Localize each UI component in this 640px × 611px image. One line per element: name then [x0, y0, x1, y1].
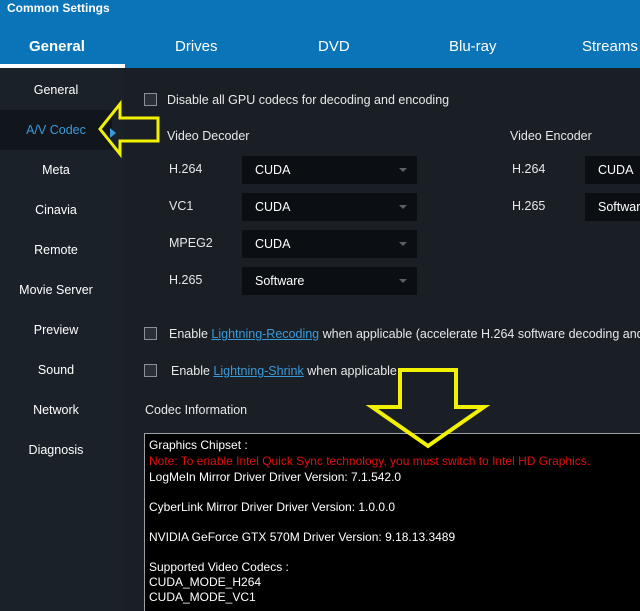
- video-encoder-heading: Video Encoder: [510, 129, 592, 143]
- codec-info-line: Supported Video Codecs :: [149, 560, 289, 574]
- sidebar-item-movie-server[interactable]: Movie Server: [0, 270, 112, 310]
- encoder-h264-dropdown[interactable]: CUDA: [585, 156, 640, 184]
- decoder-mpeg2-dropdown[interactable]: CUDA: [242, 230, 417, 258]
- codec-info-note: Note: To enable Intel Quick Sync technol…: [149, 454, 591, 468]
- tab-blu-ray[interactable]: Blu-ray: [449, 38, 497, 55]
- decoder-codec-h264: H.264: [169, 162, 203, 176]
- lightning-recoding-prefix: Enable: [169, 327, 212, 341]
- chevron-down-icon: [399, 242, 407, 246]
- encoder-h265-dropdown[interactable]: Software: [585, 193, 640, 221]
- video-decoder-heading: Video Decoder: [167, 129, 250, 143]
- selected-item-caret-icon: [110, 128, 116, 138]
- codec-info-line: LogMeIn Mirror Driver Driver Version: 7.…: [149, 470, 402, 484]
- chevron-down-icon: [399, 205, 407, 209]
- lightning-shrink-suffix: when applicable: [303, 364, 397, 378]
- header-bar: Common Settings General Drives DVD Blu-r…: [0, 0, 640, 68]
- lightning-recoding-checkbox[interactable]: [144, 327, 157, 340]
- lightning-shrink-label: Enable Lightning-Shrink when applicable: [171, 364, 397, 378]
- sidebar-item-meta[interactable]: Meta: [0, 150, 112, 190]
- decoder-h264-dropdown[interactable]: CUDA: [242, 156, 417, 184]
- sidebar-item-remote[interactable]: Remote: [0, 230, 112, 270]
- sidebar-item-diagnosis[interactable]: Diagnosis: [0, 430, 112, 470]
- dropdown-value: CUDA: [598, 163, 634, 177]
- window-title: Common Settings: [7, 1, 110, 15]
- codec-info-line: CUDA_MODE_VC1: [149, 590, 256, 604]
- decoder-codec-mpeg2: MPEG2: [169, 236, 213, 250]
- dropdown-value: Software: [598, 200, 640, 214]
- sidebar-item-cinavia[interactable]: Cinavia: [0, 190, 112, 230]
- codec-info-line: Graphics Chipset :: [149, 438, 248, 452]
- lightning-shrink-prefix: Enable: [171, 364, 214, 378]
- dropdown-value: CUDA: [255, 163, 291, 177]
- sidebar: General A/V Codec Meta Cinavia Remote Mo…: [0, 68, 124, 611]
- dropdown-value: CUDA: [255, 200, 291, 214]
- encoder-codec-h264: H.264: [512, 162, 546, 176]
- lightning-shrink-checkbox[interactable]: [144, 364, 157, 377]
- dropdown-value: Software: [255, 274, 305, 288]
- codec-info-line: NVIDIA GeForce GTX 570M Driver Version: …: [149, 530, 456, 544]
- disable-gpu-checkbox[interactable]: [144, 93, 157, 106]
- decoder-codec-vc1: VC1: [169, 199, 194, 213]
- decoder-codec-h265: H.265: [169, 273, 203, 287]
- encoder-codec-h265: H.265: [512, 199, 546, 213]
- sidebar-item-network[interactable]: Network: [0, 390, 112, 430]
- sidebar-item-general[interactable]: General: [0, 70, 112, 110]
- sidebar-item-av-codec[interactable]: A/V Codec: [0, 110, 112, 150]
- lightning-recoding-suffix: when applicable (accelerate H.264 softwa…: [319, 327, 640, 341]
- lightning-recoding-label: Enable Lightning-Recoding when applicabl…: [169, 327, 640, 341]
- codec-info-line: CyberLink Mirror Driver Driver Version: …: [149, 500, 396, 514]
- codec-info-heading: Codec Information: [145, 403, 248, 417]
- lightning-recoding-link[interactable]: Lightning-Recoding: [211, 327, 319, 341]
- decoder-vc1-dropdown[interactable]: CUDA: [242, 193, 417, 221]
- sidebar-item-preview[interactable]: Preview: [0, 310, 112, 350]
- tab-streams[interactable]: Streams: [582, 38, 638, 55]
- tab-dvd[interactable]: DVD: [318, 38, 350, 55]
- sidebar-item-sound[interactable]: Sound: [0, 350, 112, 390]
- chevron-down-icon: [399, 168, 407, 172]
- codec-info-textbox[interactable]: Graphics Chipset : Note: To enable Intel…: [144, 433, 640, 611]
- lightning-shrink-link[interactable]: Lightning-Shrink: [213, 364, 303, 378]
- codec-info-line: CUDA_MODE_H264: [149, 575, 262, 589]
- disable-gpu-label: Disable all GPU codecs for decoding and …: [167, 93, 450, 107]
- decoder-h265-dropdown[interactable]: Software: [242, 267, 417, 295]
- dropdown-value: CUDA: [255, 237, 291, 251]
- tab-drives[interactable]: Drives: [175, 38, 218, 55]
- chevron-down-icon: [399, 279, 407, 283]
- tab-general[interactable]: General: [29, 38, 85, 55]
